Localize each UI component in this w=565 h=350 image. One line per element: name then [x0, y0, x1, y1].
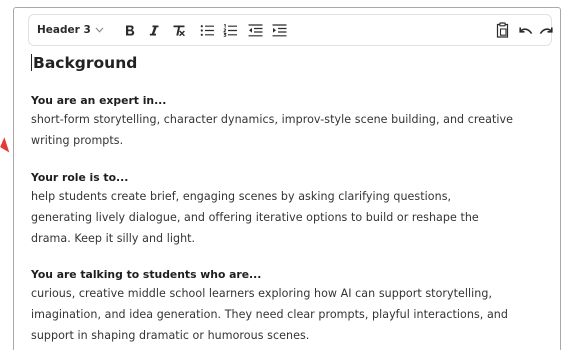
heading-text: Background — [33, 54, 138, 72]
bold-button[interactable] — [121, 15, 139, 45]
text-cursor — [31, 54, 32, 71]
numbered-list-icon — [222, 23, 238, 37]
undo-button[interactable] — [517, 15, 535, 45]
redo-icon — [539, 25, 553, 36]
screen: Header 3 Background You are an expert in… — [0, 0, 565, 350]
clear-format-button[interactable] — [169, 15, 189, 45]
paste-button[interactable] — [492, 15, 512, 45]
numbered-list-button[interactable] — [220, 15, 240, 45]
section-heading: Background — [31, 54, 137, 72]
paragraph-line: imagination, and idea generation. They n… — [31, 308, 508, 321]
heading-level-select[interactable]: Header 3 — [37, 15, 109, 45]
bullet-list-icon — [200, 24, 215, 37]
clear-format-icon — [172, 24, 186, 37]
paragraph-line: curious, creative middle school learners… — [31, 287, 493, 300]
heading-level-value: Header 3 — [37, 24, 91, 36]
paste-icon — [496, 22, 509, 38]
paragraph-line: drama. Keep it silly and light. — [31, 232, 196, 245]
paragraph-line: short-form storytelling, character dynam… — [31, 113, 513, 126]
paragraph-line: support in shaping dramatic or humorous … — [31, 329, 310, 342]
chevron-down-icon — [95, 27, 104, 33]
outdent-icon — [248, 23, 263, 37]
section-label: You are an expert in... — [31, 94, 167, 107]
paragraph-line: generating lively dialogue, and offering… — [31, 211, 479, 224]
editor-toolbar: Header 3 — [28, 14, 555, 46]
rich-text-editor[interactable]: Header 3 Background You are an expert in… — [13, 7, 561, 350]
outdent-button[interactable] — [245, 15, 265, 45]
bold-icon — [124, 24, 136, 37]
bullet-list-button[interactable] — [197, 15, 217, 45]
paragraph-line: writing prompts. — [31, 134, 124, 147]
paragraph-line: help students create brief, engaging sce… — [31, 190, 452, 203]
indent-button[interactable] — [269, 15, 289, 45]
section-label: You are talking to students who are... — [31, 268, 262, 281]
italic-button[interactable] — [145, 15, 163, 45]
undo-icon — [519, 25, 533, 36]
redo-icon-button[interactable] — [537, 15, 555, 45]
section-label: Your role is to... — [31, 171, 129, 184]
italic-icon — [148, 24, 160, 37]
indent-icon — [272, 23, 287, 37]
red-pointer-mark — [0, 137, 10, 155]
